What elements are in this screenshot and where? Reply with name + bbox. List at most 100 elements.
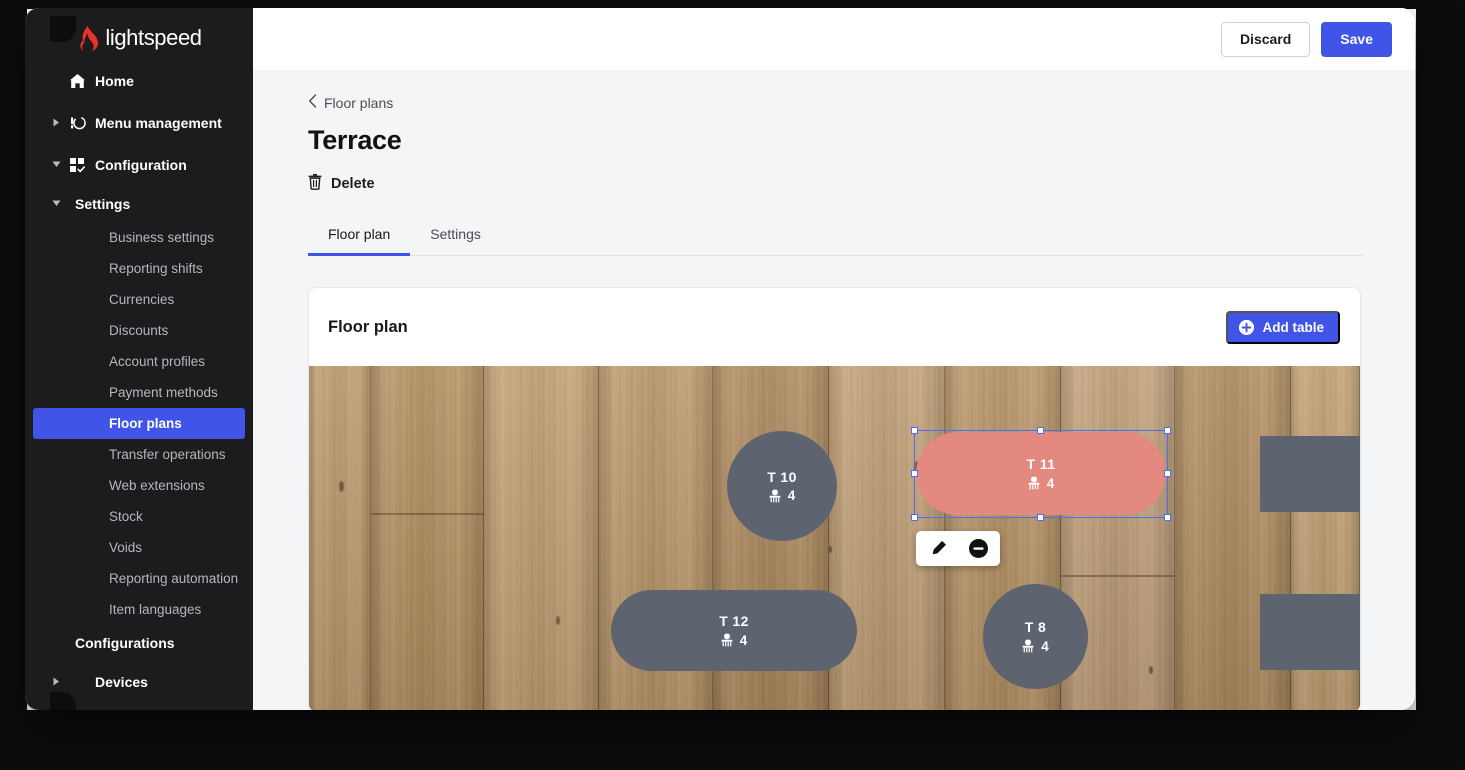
sidebar: lightspeed Home Menu management Configurat… (25, 8, 253, 710)
breadcrumb-label: Floor plans (324, 94, 394, 111)
add-table-label: Add table (1262, 319, 1324, 335)
tab-settings[interactable]: Settings (410, 220, 501, 256)
sidebar-item-label: Payment methods (109, 385, 218, 400)
wood-knot (556, 616, 560, 625)
resize-handle-tl[interactable] (911, 427, 918, 434)
resize-handle-bl[interactable] (911, 514, 918, 521)
table-name: T 12 (719, 613, 749, 630)
table-seat-number: 4 (1041, 638, 1049, 654)
sidebar-item-web-extensions[interactable]: Web extensions (25, 470, 253, 501)
menu-management-icon (65, 115, 89, 131)
window-frame-bottom (0, 710, 1465, 770)
floorplan-table-t11[interactable]: T 11 4 (916, 432, 1166, 515)
chair-icon (721, 633, 733, 647)
edit-table-button[interactable] (922, 534, 954, 564)
wood-knot (1149, 666, 1153, 674)
sidebar-item-label: Transfer operations (109, 447, 226, 462)
wood-plank (484, 366, 599, 710)
sidebar-item-transfer-operations[interactable]: Transfer operations (25, 439, 253, 470)
brand-name: lightspeed (105, 25, 202, 50)
sidebar-item-label: Web extensions (109, 478, 205, 493)
wood-knot (339, 481, 344, 492)
home-icon (65, 73, 89, 89)
minus-circle-icon (968, 539, 988, 558)
floorplan-card-title: Floor plan (328, 317, 408, 336)
sidebar-item-currencies[interactable]: Currencies (25, 284, 253, 315)
remove-table-button[interactable] (962, 534, 994, 564)
plus-circle-icon (1239, 319, 1255, 335)
chevron-down-icon[interactable] (47, 161, 65, 170)
sidebar-item-label: Settings (75, 196, 131, 212)
table-context-toolbar (916, 531, 1000, 566)
resize-handle-bm[interactable] (1037, 514, 1044, 521)
chevron-right-icon[interactable] (47, 118, 65, 129)
sidebar-item-label: Currencies (109, 292, 175, 307)
sidebar-item-floor-plans[interactable]: Floor plans (33, 408, 245, 439)
sidebar-item-configuration[interactable]: Configuration (25, 144, 253, 186)
sidebar-item-settings[interactable]: Settings (25, 186, 253, 222)
floorplan-card-header: Floor plan Add table (309, 288, 1360, 366)
table-seat-count: 4 (721, 633, 747, 648)
sidebar-item-reporting-shifts[interactable]: Reporting shifts (25, 253, 253, 284)
sidebar-item-label: Configuration (95, 157, 187, 173)
table-seat-number: 4 (787, 488, 796, 504)
sidebar-item-devices[interactable]: Devices (25, 661, 253, 703)
tab-label: Floor plan (328, 226, 391, 242)
sidebar-item-discounts[interactable]: Discounts (25, 315, 253, 346)
sidebar-item-account-profiles[interactable]: Account profiles (25, 346, 253, 377)
sidebar-item-label: Business settings (109, 230, 215, 245)
floorplan-card: Floor plan Add table T 10 4 T 11 4 T 12 … (308, 287, 1361, 710)
sidebar-item-label: Voids (109, 540, 143, 555)
sidebar-item-label: Account profiles (109, 354, 206, 369)
pencil-icon (930, 540, 947, 557)
wood-plank (371, 366, 484, 710)
resize-handle-br[interactable] (1164, 514, 1171, 521)
floorplan-table-t12[interactable]: T 12 4 (611, 590, 857, 671)
floorplan-table-t10[interactable]: T 10 4 (727, 431, 837, 541)
sidebar-item-voids[interactable]: Voids (25, 532, 253, 563)
floorplan-table-t14[interactable]: T 148 (1260, 436, 1360, 512)
discard-button[interactable]: Discard (1220, 21, 1311, 57)
add-table-button[interactable]: Add table (1226, 310, 1340, 344)
configuration-icon (65, 157, 89, 173)
sidebar-item-item-languages[interactable]: Item languages (25, 594, 253, 625)
table-name: T 11 (1026, 456, 1056, 473)
trash-icon (308, 173, 322, 194)
sidebar-item-home[interactable]: Home (25, 60, 253, 102)
chevron-down-icon[interactable] (47, 200, 65, 209)
chevron-right-icon[interactable] (47, 677, 65, 688)
chevron-left-icon (308, 94, 317, 111)
table-seat-count: 4 (1028, 476, 1054, 491)
sidebar-item-printing[interactable]: Printing (25, 703, 253, 710)
breadcrumb-back-link[interactable]: Floor plans (308, 94, 1363, 111)
sidebar-item-label: Discounts (109, 323, 169, 338)
sidebar-item-label: Reporting shifts (109, 261, 203, 276)
app-window: lightspeed Home Menu management Configurat… (25, 8, 1415, 710)
chair-icon (1022, 639, 1034, 653)
sidebar-item-reporting-automation[interactable]: Reporting automation (25, 563, 253, 594)
sidebar-item-payment-methods[interactable]: Payment methods (25, 377, 253, 408)
wood-plank-joint (1061, 575, 1175, 577)
sidebar-item-stock[interactable]: Stock (25, 501, 253, 532)
brand-logo[interactable]: lightspeed (25, 8, 253, 60)
sidebar-item-label: Configurations (75, 635, 175, 651)
delete-button[interactable]: Delete (308, 173, 375, 194)
sidebar-item-menu-management[interactable]: Menu management (25, 102, 253, 144)
sidebar-item-business-settings[interactable]: Business settings (25, 222, 253, 253)
save-button[interactable]: Save (1321, 21, 1392, 57)
sidebar-item-label: Reporting automation (109, 571, 239, 586)
page-title: Terrace (308, 125, 402, 155)
table-seat-count: 4 (1022, 639, 1049, 654)
delete-label: Delete (331, 175, 375, 192)
floorplan-table-t8[interactable]: T 84 (983, 584, 1088, 689)
sidebar-item-configurations[interactable]: Configurations (25, 625, 253, 661)
floorplan-table-t15[interactable]: T 158 (1260, 594, 1360, 670)
table-seat-count: 4 (769, 488, 796, 504)
tab-floor-plan[interactable]: Floor plan (308, 220, 411, 256)
tab-label: Settings (430, 226, 481, 242)
table-name: T 8 (1024, 619, 1047, 636)
floorplan-canvas[interactable]: T 104T 114T 148T 124T 84T 158 (309, 366, 1360, 710)
resize-handle-tr[interactable] (1164, 427, 1171, 434)
chair-icon (1028, 476, 1040, 490)
window-frame-right (1416, 0, 1465, 770)
